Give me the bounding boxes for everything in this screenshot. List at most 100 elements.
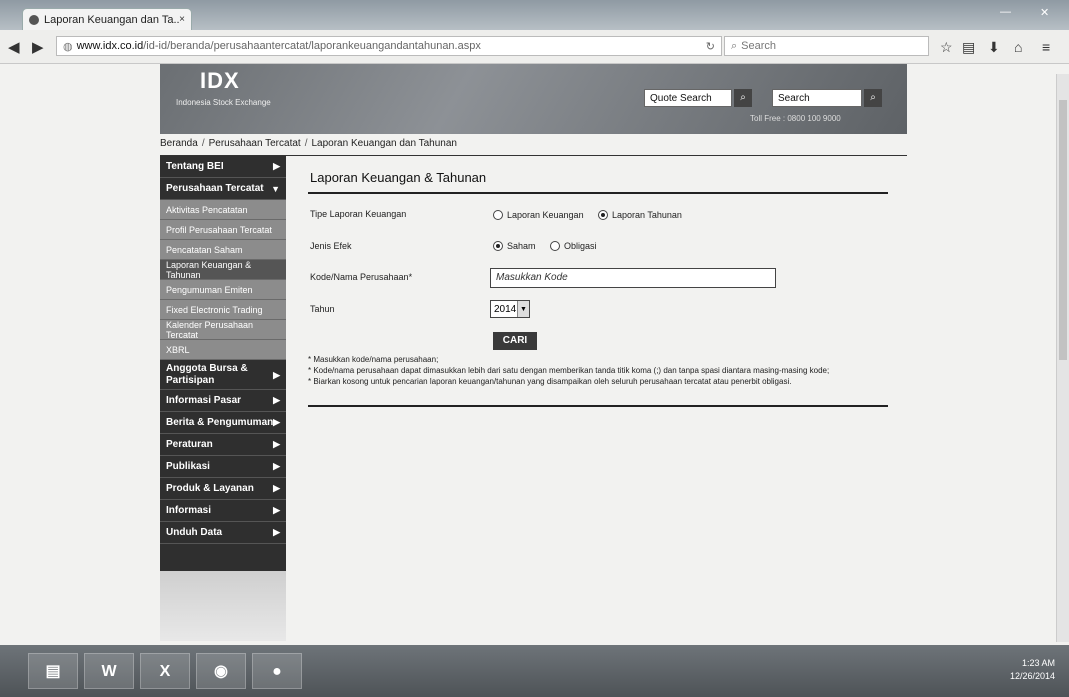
tahun-select[interactable]: 2014 ▼: [490, 300, 530, 318]
taskbar-clock[interactable]: 1:23 AM 12/26/2014: [1010, 657, 1055, 683]
title-divider: [308, 192, 888, 194]
scrollbar-thumb[interactable]: [1059, 100, 1067, 360]
media-player-icon[interactable]: ◉: [196, 653, 246, 689]
browser-search-placeholder: Search: [741, 40, 777, 52]
note-line: * Biarkan kosong untuk pencarian laporan…: [308, 377, 792, 386]
page-scrollbar[interactable]: [1056, 74, 1069, 642]
site-favicon-icon: [29, 14, 39, 25]
back-icon[interactable]: ◀: [8, 38, 20, 56]
file-explorer-icon[interactable]: ▤: [28, 653, 78, 689]
sidebar-item-label: Peraturan: [166, 439, 213, 450]
tahun-value: 2014: [494, 303, 517, 315]
sidebar-item-label: Tentang BEI: [166, 161, 224, 172]
site-header: IDX Indonesia Stock Exchange Quote Searc…: [160, 64, 907, 134]
sidebar-item-publikasi[interactable]: Publikasi ▶: [160, 456, 286, 478]
chevron-down-icon: ▼: [271, 183, 280, 194]
chevron-right-icon: ▶: [273, 417, 280, 427]
menu-icon[interactable]: ≡: [1042, 39, 1050, 55]
sidebar-item-produk-layanan[interactable]: Produk & Layanan ▶: [160, 478, 286, 500]
sidebar-item-label: Informasi Pasar: [166, 395, 242, 406]
page-title: Laporan Keuangan & Tahunan: [310, 170, 487, 185]
radio-label: Obligasi: [563, 241, 597, 251]
site-search-input[interactable]: Search: [772, 89, 862, 107]
cari-button[interactable]: CARI: [493, 332, 537, 350]
breadcrumb-separator: /: [201, 138, 205, 149]
sidebar-item-peraturan[interactable]: Peraturan ▶: [160, 434, 286, 456]
clock-date: 12/26/2014: [1009, 671, 1055, 681]
sidebar-item-informasi[interactable]: Informasi ▶: [160, 500, 286, 522]
quote-search-input[interactable]: Quote Search: [644, 89, 732, 107]
radio-checked-icon: [598, 210, 609, 220]
chevron-down-icon[interactable]: ▼: [517, 301, 529, 317]
chevron-right-icon: ▶: [273, 395, 280, 405]
sidebar-subitem[interactable]: Pengumuman Emiten: [160, 280, 286, 300]
clock-time: 1:23 AM: [1021, 658, 1055, 668]
idx-logo[interactable]: IDX: [200, 68, 240, 94]
radio-laporan-keuangan[interactable]: Laporan Keuangan: [493, 210, 584, 220]
breadcrumb-current: Laporan Keuangan dan Tahunan: [311, 138, 457, 149]
sidebar-subitem[interactable]: XBRL: [160, 340, 286, 360]
sidebar-item-label: Anggota Bursa & Partisipan: [166, 362, 248, 386]
tab-close-icon[interactable]: ×: [179, 14, 185, 25]
chevron-right-icon: ▶: [273, 505, 280, 515]
tahun-label: Tahun: [310, 304, 335, 314]
sidebar-item-anggota-bursa[interactable]: Anggota Bursa & Partisipan ▶: [160, 360, 286, 390]
reload-icon[interactable]: ↻: [706, 40, 715, 53]
browser-tab-bar: Laporan Keuangan dan Ta... × — ✕: [0, 0, 1069, 30]
sidebar-subitem[interactable]: Kalender Perusahaan Tercatat: [160, 320, 286, 340]
radio-unchecked-icon: [549, 241, 560, 251]
radio-label: Laporan Tahunan: [612, 210, 682, 220]
chevron-right-icon: ▶: [273, 527, 280, 537]
note-line: * Kode/nama perusahaan dapat dimasukkan …: [308, 366, 830, 375]
radio-checked-icon: [493, 241, 503, 251]
tipe-laporan-radio-group: Laporan Keuangan Laporan Tahunan: [493, 207, 692, 225]
radio-saham[interactable]: Saham: [493, 241, 536, 251]
globe-icon: ◍: [63, 40, 73, 53]
form-notes: * Masukkan kode/nama perusahaan; * Kode/…: [308, 354, 888, 387]
chevron-right-icon: ▶: [273, 369, 280, 380]
browser-search-input[interactable]: ⌕ Search: [724, 36, 929, 56]
jenis-efek-label: Jenis Efek: [310, 241, 352, 251]
url-bar[interactable]: ◍ www.idx.co.id /id-id/beranda/perusahaa…: [56, 36, 722, 56]
logo-subtitle: Indonesia Stock Exchange: [176, 98, 271, 107]
browser-tab[interactable]: Laporan Keuangan dan Ta... ×: [22, 8, 192, 30]
sidebar-item-informasi-pasar[interactable]: Informasi Pasar ▶: [160, 390, 286, 412]
chevron-right-icon: ▶: [273, 439, 280, 449]
radio-obligasi[interactable]: Obligasi: [549, 241, 597, 251]
breadcrumb-item[interactable]: Perusahaan Tercatat: [209, 138, 301, 149]
minimize-window-icon[interactable]: —: [1000, 6, 1011, 18]
quote-search-button[interactable]: ⌕: [734, 89, 752, 107]
site-search-button[interactable]: ⌕: [864, 89, 882, 107]
url-path: /id-id/beranda/perusahaantercatat/lapora…: [143, 40, 481, 52]
close-window-icon[interactable]: ✕: [1040, 6, 1049, 19]
download-icon[interactable]: ⬇: [988, 39, 1000, 56]
sidebar-item-perusahaan-tercatat[interactable]: Perusahaan Tercatat ▼: [160, 178, 286, 200]
sidebar-subitem[interactable]: Fixed Electronic Trading: [160, 300, 286, 320]
bookmark-star-icon[interactable]: ☆: [940, 39, 953, 56]
firefox-icon[interactable]: ●: [252, 653, 302, 689]
tab-title: Laporan Keuangan dan Ta...: [44, 13, 180, 26]
forward-icon[interactable]: ▶: [32, 38, 44, 56]
breadcrumb-item[interactable]: Beranda: [160, 138, 198, 149]
chevron-right-icon: ▶: [273, 461, 280, 471]
radio-laporan-tahunan[interactable]: Laporan Tahunan: [598, 210, 682, 220]
sidebar-subitem[interactable]: Aktivitas Pencatatan: [160, 200, 286, 220]
reading-list-icon[interactable]: ▤: [962, 39, 975, 56]
toll-free-number: Toll Free : 0800 100 9000: [750, 114, 841, 123]
radio-label: Laporan Keuangan: [507, 210, 584, 220]
excel-icon[interactable]: X: [140, 653, 190, 689]
sidebar-subitem[interactable]: Pencatatan Saham: [160, 240, 286, 260]
sidebar-item-tentang-bei[interactable]: Tentang BEI ▶: [160, 156, 286, 178]
sidebar-item-unduh-data[interactable]: Unduh Data ▶: [160, 522, 286, 544]
sidebar-subitem-active[interactable]: Laporan Keuangan & Tahunan: [160, 260, 286, 280]
sidebar-item-berita[interactable]: Berita & Pengumuman ▶: [160, 412, 286, 434]
kode-perusahaan-input[interactable]: Masukkan Kode: [490, 268, 776, 288]
home-icon[interactable]: ⌂: [1014, 39, 1022, 55]
sidebar-subitem[interactable]: Profil Perusahaan Tercatat: [160, 220, 286, 240]
sidebar-decoration: [160, 571, 286, 641]
tipe-laporan-label: Tipe Laporan Keuangan: [310, 209, 407, 219]
word-icon[interactable]: W: [84, 653, 134, 689]
sidebar-item-label: Publikasi: [166, 461, 210, 472]
chevron-right-icon: ▶: [273, 161, 280, 171]
breadcrumb-separator: /: [304, 138, 308, 149]
